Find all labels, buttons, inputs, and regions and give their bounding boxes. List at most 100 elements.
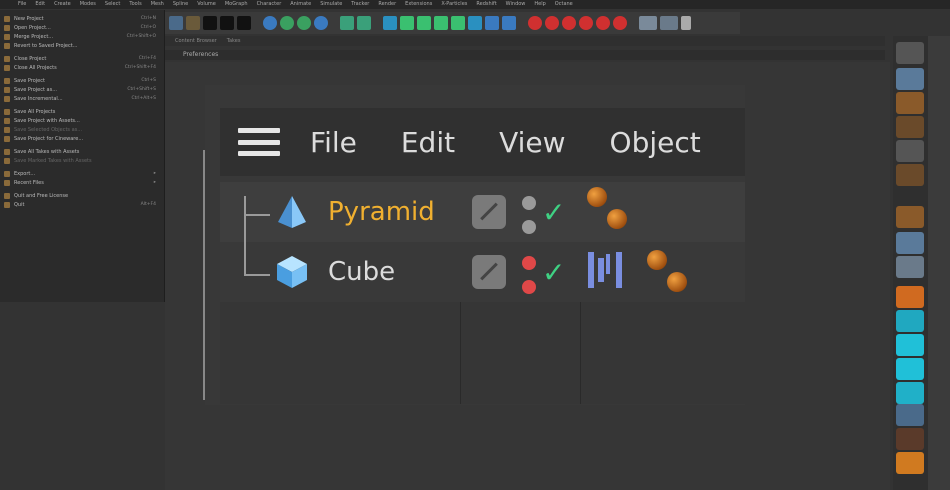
- app-menu-item[interactable]: Render: [378, 0, 396, 9]
- light-icon-5[interactable]: [596, 16, 610, 30]
- tab-content-browser[interactable]: Content Browser: [175, 36, 217, 46]
- app-menu-item[interactable]: Mesh: [151, 0, 164, 9]
- palette-btn[interactable]: [896, 256, 924, 278]
- render-icon[interactable]: [203, 16, 217, 30]
- object-name[interactable]: Cube: [328, 254, 395, 290]
- app-menu-item[interactable]: Edit: [35, 0, 45, 9]
- enabled-check-icon[interactable]: ✓: [542, 199, 565, 227]
- render-settings-icon[interactable]: [237, 16, 251, 30]
- app-menu-item[interactable]: Redshift: [476, 0, 496, 9]
- file-menu-item[interactable]: Close Project Ctrl+F4: [0, 54, 164, 63]
- camera-icon[interactable]: [502, 16, 516, 30]
- light-icon-4[interactable]: [579, 16, 593, 30]
- move-icon[interactable]: [263, 16, 277, 30]
- light-icon-2[interactable]: [545, 16, 559, 30]
- palette-btn[interactable]: [896, 358, 924, 380]
- palette-btn[interactable]: [896, 164, 924, 186]
- light-icon-3[interactable]: [562, 16, 576, 30]
- render-visibility-dot[interactable]: [522, 280, 536, 294]
- app-menu-item[interactable]: Simulate: [320, 0, 342, 9]
- palette-btn[interactable]: [896, 452, 924, 474]
- app-menu-item[interactable]: X-Particles: [441, 0, 467, 9]
- tab-takes[interactable]: Takes: [227, 36, 241, 46]
- editor-visibility-dot[interactable]: [522, 196, 536, 210]
- palette-btn[interactable]: [896, 334, 924, 356]
- viewport-icon[interactable]: [639, 16, 657, 30]
- enabled-check-icon[interactable]: ✓: [542, 259, 565, 287]
- palette-btn[interactable]: [896, 140, 924, 162]
- tag-icon[interactable]: [607, 209, 627, 229]
- object-row-pyramid[interactable]: Pyramid ✓: [220, 182, 745, 242]
- hamburger-menu-icon[interactable]: [238, 126, 280, 158]
- file-menu-item[interactable]: Quit Alt+F4: [0, 200, 164, 209]
- menu-view[interactable]: View: [499, 126, 565, 159]
- select-icon[interactable]: [314, 16, 328, 30]
- file-menu-item[interactable]: Save All Takes with Assets: [0, 147, 164, 156]
- file-menu-item[interactable]: Revert to Saved Project...: [0, 41, 164, 50]
- scale-icon[interactable]: [280, 16, 294, 30]
- app-menu-item[interactable]: Animate: [290, 0, 311, 9]
- menu-edit[interactable]: Edit: [401, 126, 455, 159]
- file-menu-item[interactable]: Open Project... Ctrl+O: [0, 23, 164, 32]
- editor-visibility-dot[interactable]: [522, 256, 536, 270]
- palette-btn[interactable]: [896, 286, 924, 308]
- tag-icon[interactable]: [647, 250, 667, 270]
- cube-tool-icon[interactable]: [383, 16, 397, 30]
- render-visibility-dot[interactable]: [522, 220, 536, 234]
- pen-tool-icon[interactable]: [400, 16, 414, 30]
- x-axis-icon[interactable]: [340, 16, 354, 30]
- file-menu-item[interactable]: Recent Files ▸: [0, 178, 164, 187]
- file-menu-item[interactable]: Save Incremental... Ctrl+Alt+S: [0, 94, 164, 103]
- array-icon[interactable]: [434, 16, 448, 30]
- menu-file[interactable]: File: [310, 126, 357, 159]
- app-menu-item[interactable]: Character: [257, 0, 282, 9]
- app-menu-item[interactable]: Select: [105, 0, 120, 9]
- app-menu-item[interactable]: Octane: [555, 0, 573, 9]
- deformer-icon[interactable]: [451, 16, 465, 30]
- file-menu-item[interactable]: Save All Projects: [0, 107, 164, 116]
- palette-btn[interactable]: [896, 116, 924, 138]
- palette-btn[interactable]: [896, 206, 924, 228]
- field-icon[interactable]: [468, 16, 482, 30]
- app-menu-item[interactable]: Help: [534, 0, 545, 9]
- app-menu-item[interactable]: File: [18, 0, 26, 9]
- visibility-toggle[interactable]: [472, 255, 506, 289]
- file-menu-item[interactable]: Save Project Ctrl+S: [0, 76, 164, 85]
- palette-btn[interactable]: [896, 310, 924, 332]
- menu-object[interactable]: Object: [610, 126, 701, 159]
- file-menu-item[interactable]: Close All Projects Ctrl+Shift+F4: [0, 63, 164, 72]
- file-menu-item[interactable]: Save Project for Cineware...: [0, 134, 164, 143]
- file-menu-item[interactable]: New Project Ctrl+N: [0, 14, 164, 23]
- light-icon-6[interactable]: [613, 16, 627, 30]
- app-menu-item[interactable]: Extensions: [405, 0, 432, 9]
- visibility-toggle[interactable]: [472, 195, 506, 229]
- palette-btn[interactable]: [896, 92, 924, 114]
- app-menu-item[interactable]: Spline: [173, 0, 188, 9]
- palette-btn[interactable]: [896, 68, 924, 90]
- file-menu-item[interactable]: Export... ▸: [0, 169, 164, 178]
- palette-btn[interactable]: [896, 232, 924, 254]
- palette-btn[interactable]: [896, 382, 924, 404]
- y-axis-icon[interactable]: [357, 16, 371, 30]
- rotate-icon[interactable]: [297, 16, 311, 30]
- app-menu-item[interactable]: Window: [506, 0, 526, 9]
- file-menu-item[interactable]: Merge Project... Ctrl+Shift+O: [0, 32, 164, 41]
- subdivision-icon[interactable]: [417, 16, 431, 30]
- palette-btn[interactable]: [896, 42, 924, 64]
- palette-btn[interactable]: [896, 404, 924, 426]
- file-menu-item[interactable]: Quit and Free License: [0, 191, 164, 200]
- light-icon-1[interactable]: [528, 16, 542, 30]
- undo-icon[interactable]: [169, 16, 183, 30]
- screen-icon[interactable]: [660, 16, 678, 30]
- app-menu-item[interactable]: Tools: [129, 0, 141, 9]
- redo-icon[interactable]: [186, 16, 200, 30]
- object-name[interactable]: Pyramid: [328, 194, 435, 230]
- palette-btn[interactable]: [896, 428, 924, 450]
- render-view-icon[interactable]: [220, 16, 234, 30]
- object-row-cube[interactable]: Cube ✓: [220, 216, 745, 302]
- file-menu-item[interactable]: Save Project with Assets...: [0, 116, 164, 125]
- app-menu-item[interactable]: MoGraph: [225, 0, 248, 9]
- tag-icon[interactable]: [667, 272, 687, 292]
- app-menu-item[interactable]: Modes: [80, 0, 96, 9]
- app-menu-item[interactable]: Volume: [197, 0, 216, 9]
